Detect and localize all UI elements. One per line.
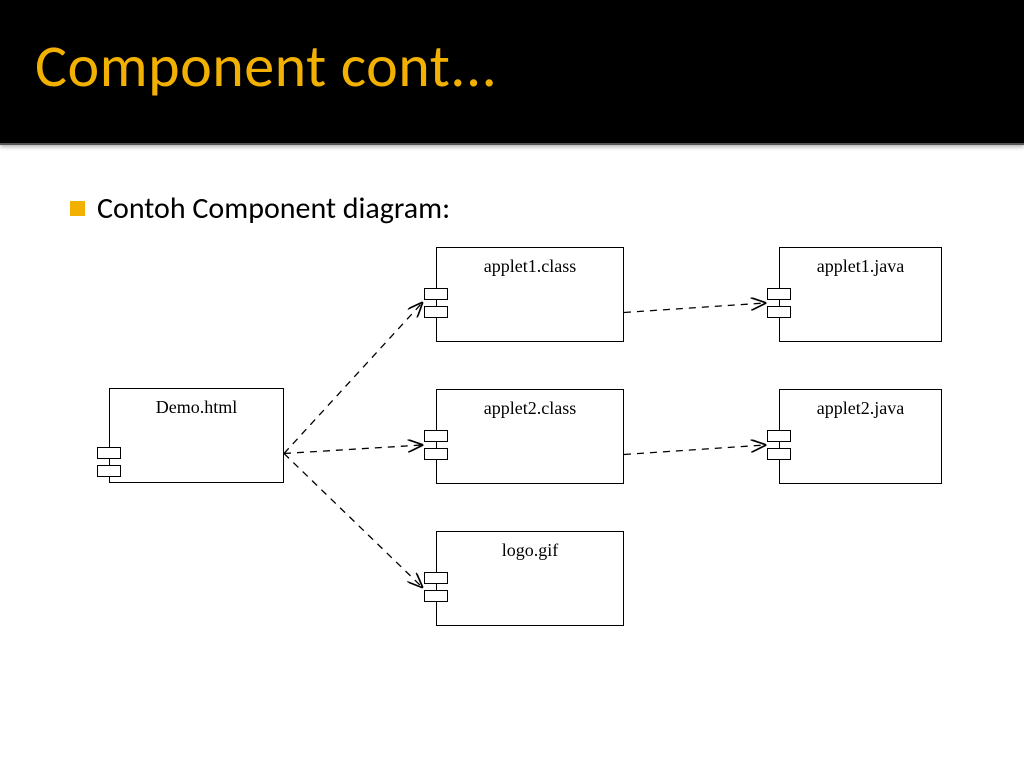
slide-title: Component cont... (0, 0, 1024, 103)
component-applet1j: applet1.java (779, 247, 942, 342)
component-lugs-icon (97, 447, 121, 483)
component-lugs-icon (767, 288, 791, 324)
square-bullet-icon (70, 201, 85, 216)
component-lugs-icon (424, 572, 448, 608)
dependency-arrow (284, 445, 422, 454)
bullet-text: Contoh Component diagram: (97, 190, 450, 227)
bullet-item: Contoh Component diagram: (70, 190, 969, 227)
dependency-arrow (284, 454, 422, 588)
component-applet1c: applet1.class (436, 247, 624, 342)
component-applet2c: applet2.class (436, 389, 624, 484)
dependency-arrow (284, 303, 422, 454)
dependency-arrow (624, 445, 765, 455)
component-lugs-icon (424, 430, 448, 466)
slide-header: Component cont... (0, 0, 1024, 145)
component-applet2j: applet2.java (779, 389, 942, 484)
slide-content: Contoh Component diagram: (0, 145, 1024, 227)
component-lugs-icon (767, 430, 791, 466)
component-demo: Demo.html (109, 388, 284, 483)
component-lugs-icon (424, 288, 448, 324)
component-logo: logo.gif (436, 531, 624, 626)
dependency-arrow (624, 303, 765, 313)
